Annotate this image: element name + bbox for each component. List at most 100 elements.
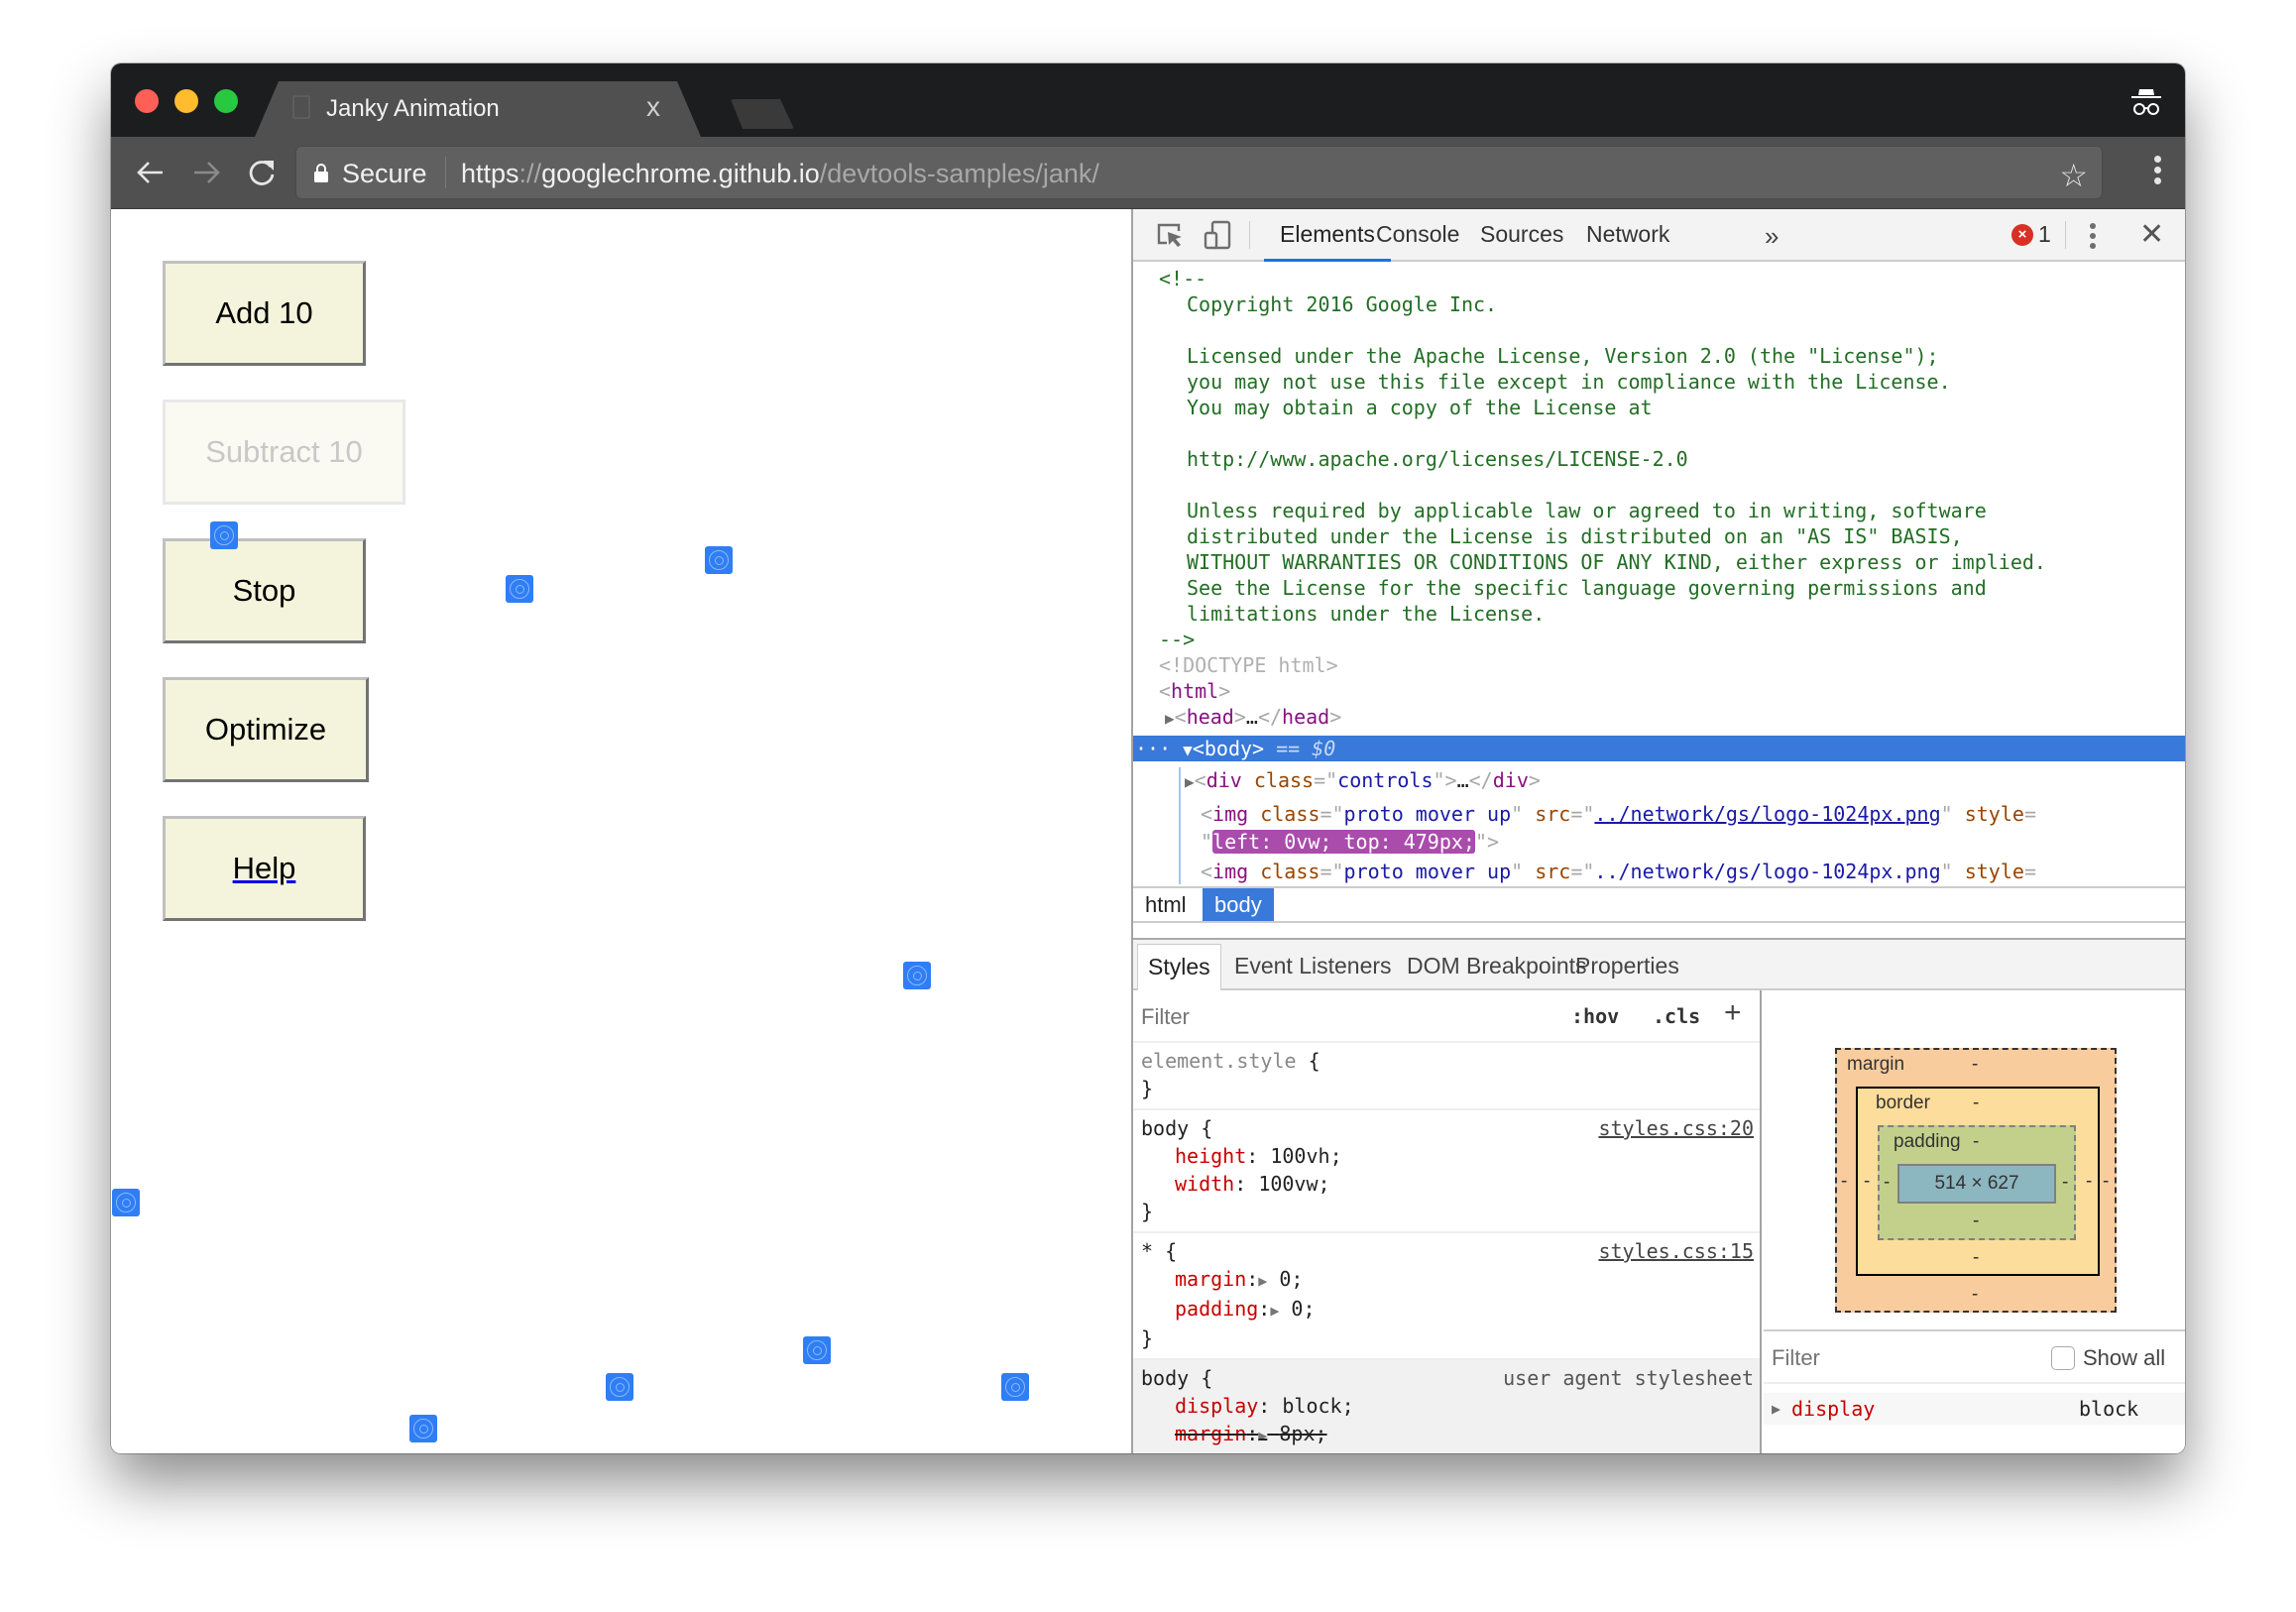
padding-top-value[interactable]: - — [1973, 1131, 1979, 1153]
computed-property-row[interactable]: ▶ display block — [1764, 1393, 2185, 1425]
inspect-element-icon[interactable] — [1155, 219, 1185, 251]
hover-state-toggle[interactable]: :hov — [1571, 1004, 1619, 1028]
style-property[interactable]: height: 100vh; — [1141, 1142, 1752, 1170]
rule-selector[interactable]: * — [1141, 1239, 1153, 1263]
styles-filter-input[interactable] — [1141, 1004, 1438, 1030]
property-value[interactable]: 100vw — [1258, 1172, 1318, 1196]
styles-tab-styles[interactable]: Styles — [1137, 944, 1221, 990]
error-count[interactable]: 1 — [2038, 221, 2051, 248]
dom-div-controls-node[interactable]: ▶<div class="controls">…</div> — [1133, 767, 2185, 793]
address-bar[interactable]: Secure https://googlechrome.github.io/de… — [295, 146, 2103, 199]
dom-comment-open[interactable]: <!-- — [1133, 266, 2185, 291]
close-window-button[interactable] — [135, 89, 159, 113]
property-value[interactable]: 8px — [1279, 1422, 1315, 1445]
styles-tab-properties[interactable]: Properties — [1565, 944, 1689, 990]
expand-triangle-icon[interactable]: ▶ — [1165, 709, 1175, 728]
property-value[interactable]: block — [1282, 1394, 1341, 1418]
box-model-border[interactable]: border - - - - padding - - - - 514 × 627 — [1856, 1087, 2100, 1276]
device-toolbar-icon[interactable] — [1203, 219, 1232, 251]
forward-button[interactable] — [188, 155, 224, 190]
tag-name: head — [1282, 705, 1330, 729]
rule-source-link[interactable]: styles.css:20 — [1598, 1114, 1754, 1142]
control-button-help[interactable]: Help — [163, 816, 366, 921]
property-value[interactable]: 100vh — [1270, 1144, 1329, 1168]
tab-network[interactable]: Network — [1570, 209, 1685, 262]
collapse-triangle-icon[interactable]: ▼ — [1183, 741, 1193, 759]
dom-img-style-value[interactable]: "left: 0vw; top: 479px;"> — [1133, 829, 2185, 855]
dom-img-node[interactable]: <img class="proto mover up" src="../netw… — [1133, 801, 2185, 827]
rule-selector[interactable]: body — [1141, 1116, 1189, 1140]
margin-bottom-value[interactable]: - — [1972, 1284, 1978, 1306]
style-property[interactable]: padding:▶ 0; — [1141, 1295, 1752, 1324]
browser-tab[interactable]: Janky Animation x — [255, 81, 701, 137]
expand-triangle-icon[interactable]: ▶ — [1258, 1427, 1267, 1444]
class-toggle[interactable]: .cls — [1653, 1004, 1700, 1028]
property-name[interactable]: margin — [1175, 1422, 1246, 1445]
dom-doctype[interactable]: <!DOCTYPE html> — [1133, 652, 2185, 678]
expand-triangle-icon[interactable]: ▶ — [1772, 1393, 1780, 1425]
style-property[interactable]: margin:▶ 0; — [1141, 1265, 1752, 1295]
control-button-stop[interactable]: Stop — [163, 538, 366, 643]
property-value[interactable]: 0 — [1279, 1267, 1291, 1291]
browser-menu-button[interactable] — [2151, 153, 2163, 192]
bookmark-star-button[interactable]: ☆ — [2059, 157, 2088, 194]
new-tab-button[interactable] — [731, 99, 794, 129]
property-name[interactable]: display — [1175, 1394, 1258, 1418]
dom-head-node[interactable]: ▶<head>…</head> — [1133, 704, 2185, 730]
expand-triangle-icon[interactable]: ▶ — [1185, 772, 1195, 791]
rule-selector[interactable]: body — [1141, 1366, 1189, 1390]
property-name[interactable]: padding — [1175, 1297, 1258, 1321]
padding-left-value[interactable]: - — [1884, 1172, 1890, 1194]
devtools-menu-button[interactable] — [2088, 221, 2098, 251]
border-top-value[interactable]: - — [1973, 1093, 1979, 1114]
reload-button[interactable] — [244, 155, 280, 190]
tab-close-button[interactable]: x — [646, 91, 660, 123]
box-model-padding[interactable]: padding - - - - 514 × 627 — [1878, 1125, 2076, 1240]
property-name[interactable]: width — [1175, 1172, 1234, 1196]
property-name[interactable]: margin — [1175, 1267, 1246, 1291]
property-name[interactable]: height — [1175, 1144, 1246, 1168]
breadcrumb-html[interactable]: html — [1133, 888, 1199, 921]
url-text[interactable]: https://googlechrome.github.io/devtools-… — [461, 159, 1099, 189]
dom-html-node[interactable]: <html> — [1133, 678, 2185, 704]
margin-top-value[interactable]: - — [1972, 1054, 1978, 1076]
dom-body-node[interactable]: ··· ▼<body> == $0 — [1133, 736, 2185, 761]
breadcrumb-body[interactable]: body — [1203, 888, 1274, 921]
rule-selector[interactable]: element.style — [1141, 1049, 1297, 1073]
more-tabs-button[interactable]: » — [1765, 221, 1779, 252]
expand-triangle-icon[interactable]: ▶ — [1258, 1272, 1267, 1290]
box-model-margin[interactable]: margin - - - - border - - - - padding - … — [1835, 1048, 2117, 1313]
rule-source-link[interactable]: styles.css:15 — [1598, 1237, 1754, 1265]
dom-comment-close[interactable]: --> — [1133, 627, 2185, 652]
computed-filter-input[interactable] — [1772, 1345, 1970, 1371]
padding-right-value[interactable]: - — [2062, 1172, 2068, 1194]
control-button-optimize[interactable]: Optimize — [163, 677, 369, 782]
control-button-add-10[interactable]: Add 10 — [163, 261, 366, 366]
margin-right-value[interactable]: - — [2103, 1171, 2109, 1193]
border-right-value[interactable]: - — [2086, 1171, 2092, 1193]
tab-sources[interactable]: Sources — [1464, 209, 1579, 262]
devtools-close-button[interactable]: ✕ — [2139, 217, 2164, 252]
expand-triangle-icon[interactable]: ▶ — [1270, 1302, 1279, 1320]
style-property[interactable]: width: 100vw; — [1141, 1170, 1752, 1198]
border-left-value[interactable]: - — [1864, 1171, 1870, 1193]
error-icon[interactable]: × — [2011, 224, 2033, 246]
styles-tab-event-listeners[interactable]: Event Listeners — [1224, 944, 1402, 990]
style-property[interactable]: display: block; — [1141, 1392, 1752, 1420]
tab-console[interactable]: Console — [1360, 209, 1475, 262]
box-model-content-size[interactable]: 514 × 627 — [1897, 1164, 2056, 1204]
img-src-link[interactable]: ../network/gs/logo-1024px.png — [1594, 802, 1940, 826]
border-bottom-value[interactable]: - — [1973, 1247, 1979, 1269]
dom-img-node[interactable]: <img class="proto mover up" src="../netw… — [1133, 859, 2185, 884]
show-all-checkbox[interactable] — [2051, 1346, 2075, 1370]
minimize-window-button[interactable] — [174, 89, 198, 113]
back-button[interactable] — [133, 155, 169, 190]
maximize-window-button[interactable] — [214, 89, 238, 113]
new-style-rule-button[interactable]: + — [1724, 996, 1742, 1030]
style-property[interactable]: margin:▶ 8px; — [1141, 1420, 1752, 1449]
margin-left-value[interactable]: - — [1841, 1171, 1847, 1193]
padding-bottom-value[interactable]: - — [1973, 1210, 1979, 1232]
control-button-label[interactable]: Help — [233, 851, 296, 886]
node-actions-icon[interactable]: ··· — [1135, 737, 1183, 760]
property-value[interactable]: 0 — [1291, 1297, 1303, 1321]
